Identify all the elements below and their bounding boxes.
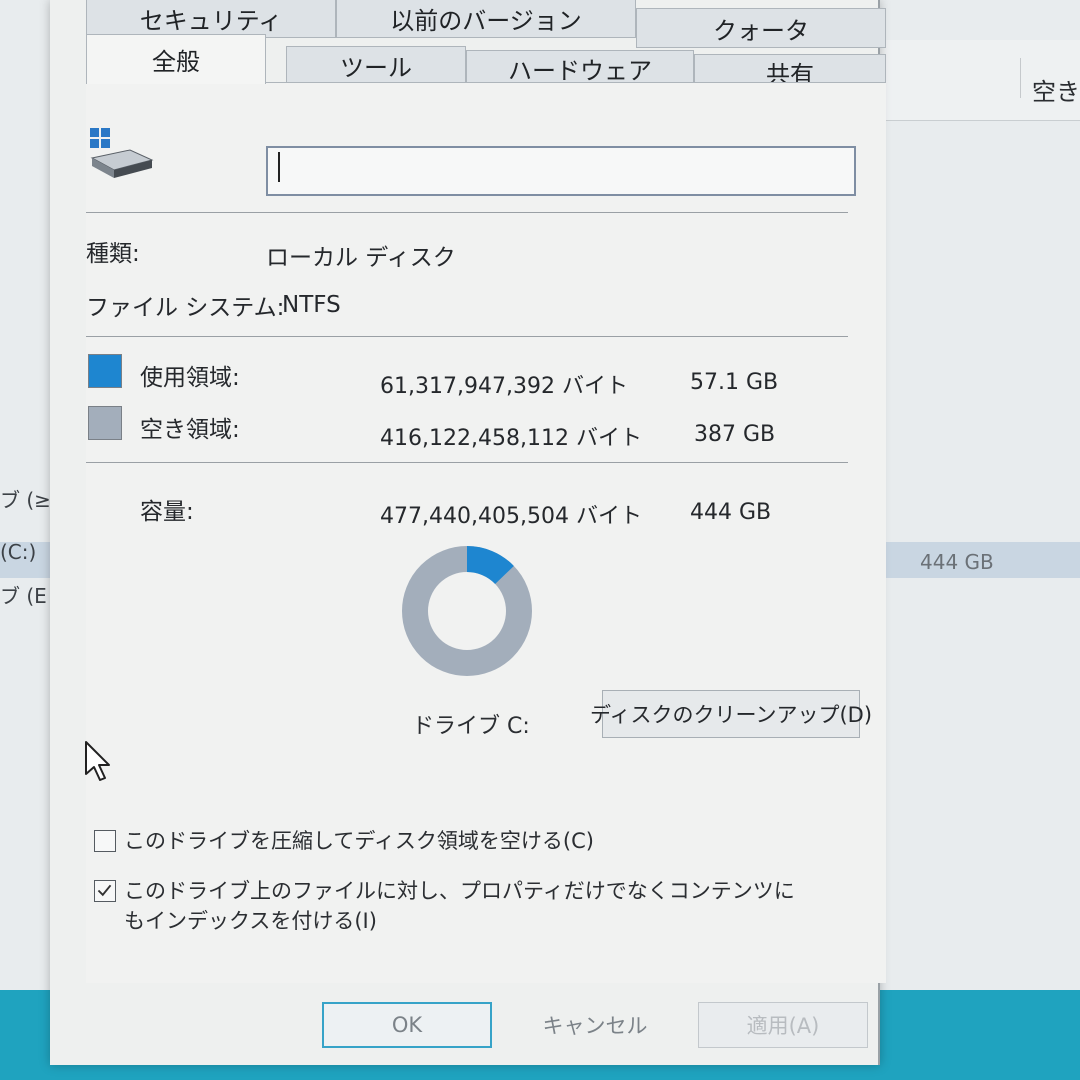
text-caret xyxy=(278,152,280,182)
used-space-bytes: 61,317,947,392 バイト xyxy=(380,374,628,399)
disk-usage-donut-chart xyxy=(402,546,532,676)
type-value: ローカル ディスク xyxy=(266,245,456,271)
free-space-swatch xyxy=(88,406,122,440)
drive-caption: ドライブ C: xyxy=(412,714,530,739)
used-space-swatch xyxy=(88,354,122,388)
free-space-label: 空き領域: xyxy=(140,417,240,443)
apply-button[interactable]: 適用(A) xyxy=(698,1002,868,1048)
compress-drive-label[interactable]: このドライブを圧縮してディスク領域を空ける(C) xyxy=(124,826,824,856)
drive-list-item-size: 444 GB xyxy=(920,550,994,574)
ok-button[interactable]: OK xyxy=(322,1002,492,1048)
index-contents-checkbox[interactable] xyxy=(94,880,116,902)
column-separator xyxy=(1020,58,1021,98)
free-space-bytes: 416,122,458,112 バイト xyxy=(380,426,642,451)
separator xyxy=(86,212,848,213)
compress-drive-checkbox[interactable] xyxy=(94,830,116,852)
type-label: 種類: xyxy=(86,241,140,267)
tab-previous-versions[interactable]: 以前のバージョン xyxy=(336,0,636,38)
capacity-gb: 444 GB xyxy=(690,500,772,525)
used-space-label: 使用領域: xyxy=(140,365,240,391)
used-space-gb: 57.1 GB xyxy=(690,370,779,395)
tab-quota[interactable]: クォータ xyxy=(636,8,886,48)
disk-cleanup-button[interactable]: ディスクのクリーンアップ(D) xyxy=(590,690,872,738)
drive-list-item-label: (C:) xyxy=(0,540,37,564)
capacity-label: 容量: xyxy=(140,499,194,525)
index-contents-label[interactable]: このドライブ上のファイルに対し、プロパティだけでなくコンテンツにもインデックスを… xyxy=(124,876,804,936)
tab-tools[interactable]: ツール xyxy=(286,46,466,84)
tab-general[interactable]: 全般 xyxy=(86,34,266,84)
local-disk-icon xyxy=(90,128,154,178)
drive-list-item-label[interactable]: ブ (≥ xyxy=(0,484,51,513)
file-system-label: ファイル システム: xyxy=(86,295,285,321)
separator xyxy=(86,336,848,337)
drive-list-item-label[interactable]: ブ (E xyxy=(0,580,47,609)
drive-name-input[interactable] xyxy=(266,146,856,196)
column-header-free-space[interactable]: 空き領 xyxy=(1032,72,1080,107)
separator xyxy=(86,462,848,463)
capacity-bytes: 477,440,405,504 バイト xyxy=(380,504,642,529)
tab-hardware[interactable]: ハードウェア xyxy=(466,50,694,86)
cancel-button[interactable]: キャンセル xyxy=(510,1002,680,1048)
mouse-cursor-icon xyxy=(85,741,110,781)
file-system-value: NTFS xyxy=(282,292,341,318)
drive-properties-dialog: セキュリティ 以前のバージョン クォータ ツール ハードウェア 共有 全般 種類… xyxy=(50,0,886,1065)
free-space-gb: 387 GB xyxy=(694,422,776,447)
tab-security[interactable]: セキュリティ xyxy=(86,0,336,38)
